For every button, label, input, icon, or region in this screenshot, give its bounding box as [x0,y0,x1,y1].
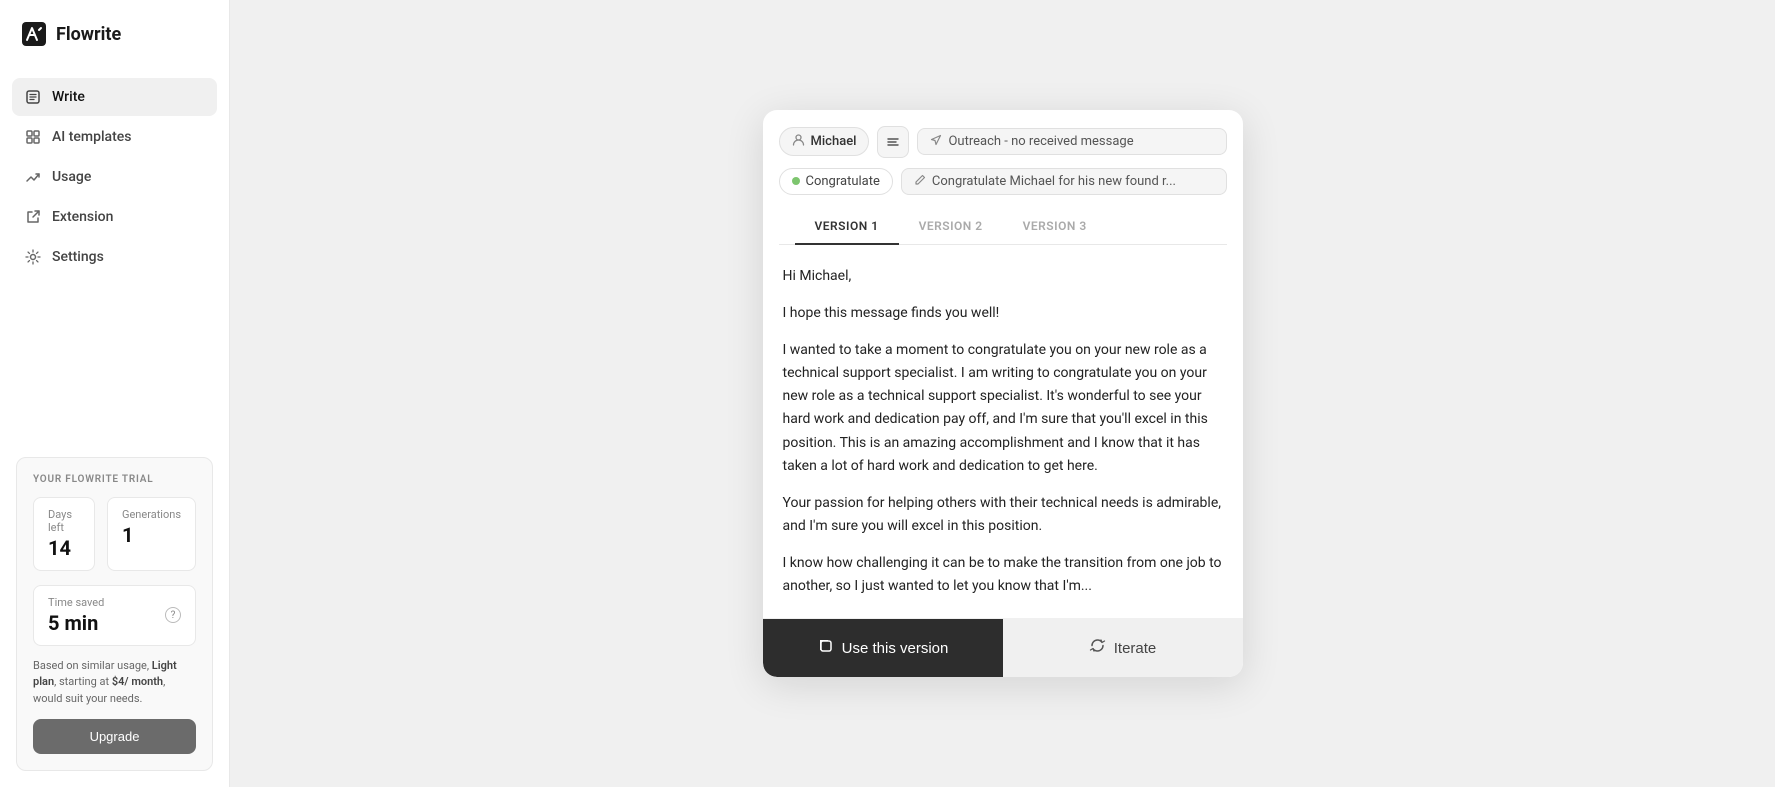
tab-version-2[interactable]: VERSION 2 [899,209,1003,245]
iterate-label: Iterate [1114,640,1157,657]
sidebar-item-usage-label: Usage [52,169,91,185]
trial-box: Your Flowrite Trial Days left 14 Generat… [16,457,213,772]
time-saved-info: Time saved 5 min [48,596,104,635]
modal-header: Michael Outreach - no received message [763,110,1243,245]
grid-icon [24,128,42,146]
email-p3: Your passion for helping others with the… [783,492,1223,538]
congratulate-label: Congratulate [806,174,880,189]
settings-icon [24,248,42,266]
trial-stats: Days left 14 Generations 1 [33,497,196,571]
trending-up-icon [24,168,42,186]
sidebar-nav: Write AI templates Usage [0,68,229,286]
time-saved-value: 5 min [48,611,104,635]
iterate-button[interactable]: Iterate [1003,619,1243,677]
sidebar-item-extension-label: Extension [52,209,113,225]
green-dot [792,177,800,185]
sidebar-item-ai-templates-label: AI templates [52,129,131,145]
breadcrumb-row: Michael Outreach - no received message [779,126,1227,158]
use-version-button[interactable]: Use this version [763,619,1003,677]
logo: Flowrite [0,0,229,68]
days-left-value: 14 [48,536,80,560]
email-p4: I know how challenging it can be to make… [783,552,1223,598]
main-content: Michael Outreach - no received message [230,0,1775,787]
logo-text: Flowrite [56,24,121,45]
iterate-icon [1089,637,1106,659]
generations-stat: Generations 1 [107,497,196,571]
sidebar-item-extension[interactable]: Extension [12,198,217,236]
days-left-stat: Days left 14 [33,497,95,571]
context-row: Congratulate Congratulate Michael for hi… [779,168,1227,195]
version-tabs: VERSION 1 VERSION 2 VERSION 3 [779,209,1227,245]
modal-card: Michael Outreach - no received message [763,110,1243,677]
email-greeting: Hi Michael, [783,265,1223,288]
sidebar-item-usage[interactable]: Usage [12,158,217,196]
send-icon [930,134,942,149]
sidebar-item-write[interactable]: Write [12,78,217,116]
write-icon [24,88,42,106]
align-icon[interactable] [877,126,909,158]
logo-icon [20,20,48,48]
sidebar-item-write-label: Write [52,89,85,105]
sidebar-item-settings[interactable]: Settings [12,238,217,276]
trial-description: Based on similar usage, Light plan, star… [33,658,196,708]
email-p2: I wanted to take a moment to congratulat… [783,339,1223,478]
sidebar: Flowrite Write AI template [0,0,230,787]
generations-value: 1 [122,523,181,547]
time-saved-label: Time saved [48,596,104,609]
external-link-icon [24,208,42,226]
outreach-label: Outreach - no received message [948,134,1133,149]
email-p1: I hope this message finds you well! [783,302,1223,325]
modal-footer: Use this version Iterate [763,618,1243,677]
email-content: Hi Michael, I hope this message finds yo… [763,245,1243,618]
person-name: Michael [811,134,857,149]
help-icon[interactable]: ? [165,607,181,623]
use-version-label: Use this version [842,640,949,657]
congratulate-chip[interactable]: Congratulate [779,168,893,195]
trial-section: Your Flowrite Trial Days left 14 Generat… [0,441,229,787]
person-icon [792,133,805,150]
generations-label: Generations [122,508,181,521]
person-chip[interactable]: Michael [779,127,870,156]
prompt-label: Congratulate Michael for his new found r… [932,174,1176,189]
days-left-label: Days left [48,508,80,534]
tab-version-1[interactable]: VERSION 1 [795,209,899,245]
copy-icon [817,637,834,659]
sidebar-item-settings-label: Settings [52,249,104,265]
prompt-chip[interactable]: Congratulate Michael for his new found r… [901,168,1227,195]
trial-title: Your Flowrite Trial [33,474,196,485]
tab-version-3[interactable]: VERSION 3 [1003,209,1107,245]
outreach-chip[interactable]: Outreach - no received message [917,128,1226,155]
sidebar-item-ai-templates[interactable]: AI templates [12,118,217,156]
upgrade-button[interactable]: Upgrade [33,719,196,754]
time-saved-row: Time saved 5 min ? [33,585,196,646]
pencil-icon [914,174,926,189]
